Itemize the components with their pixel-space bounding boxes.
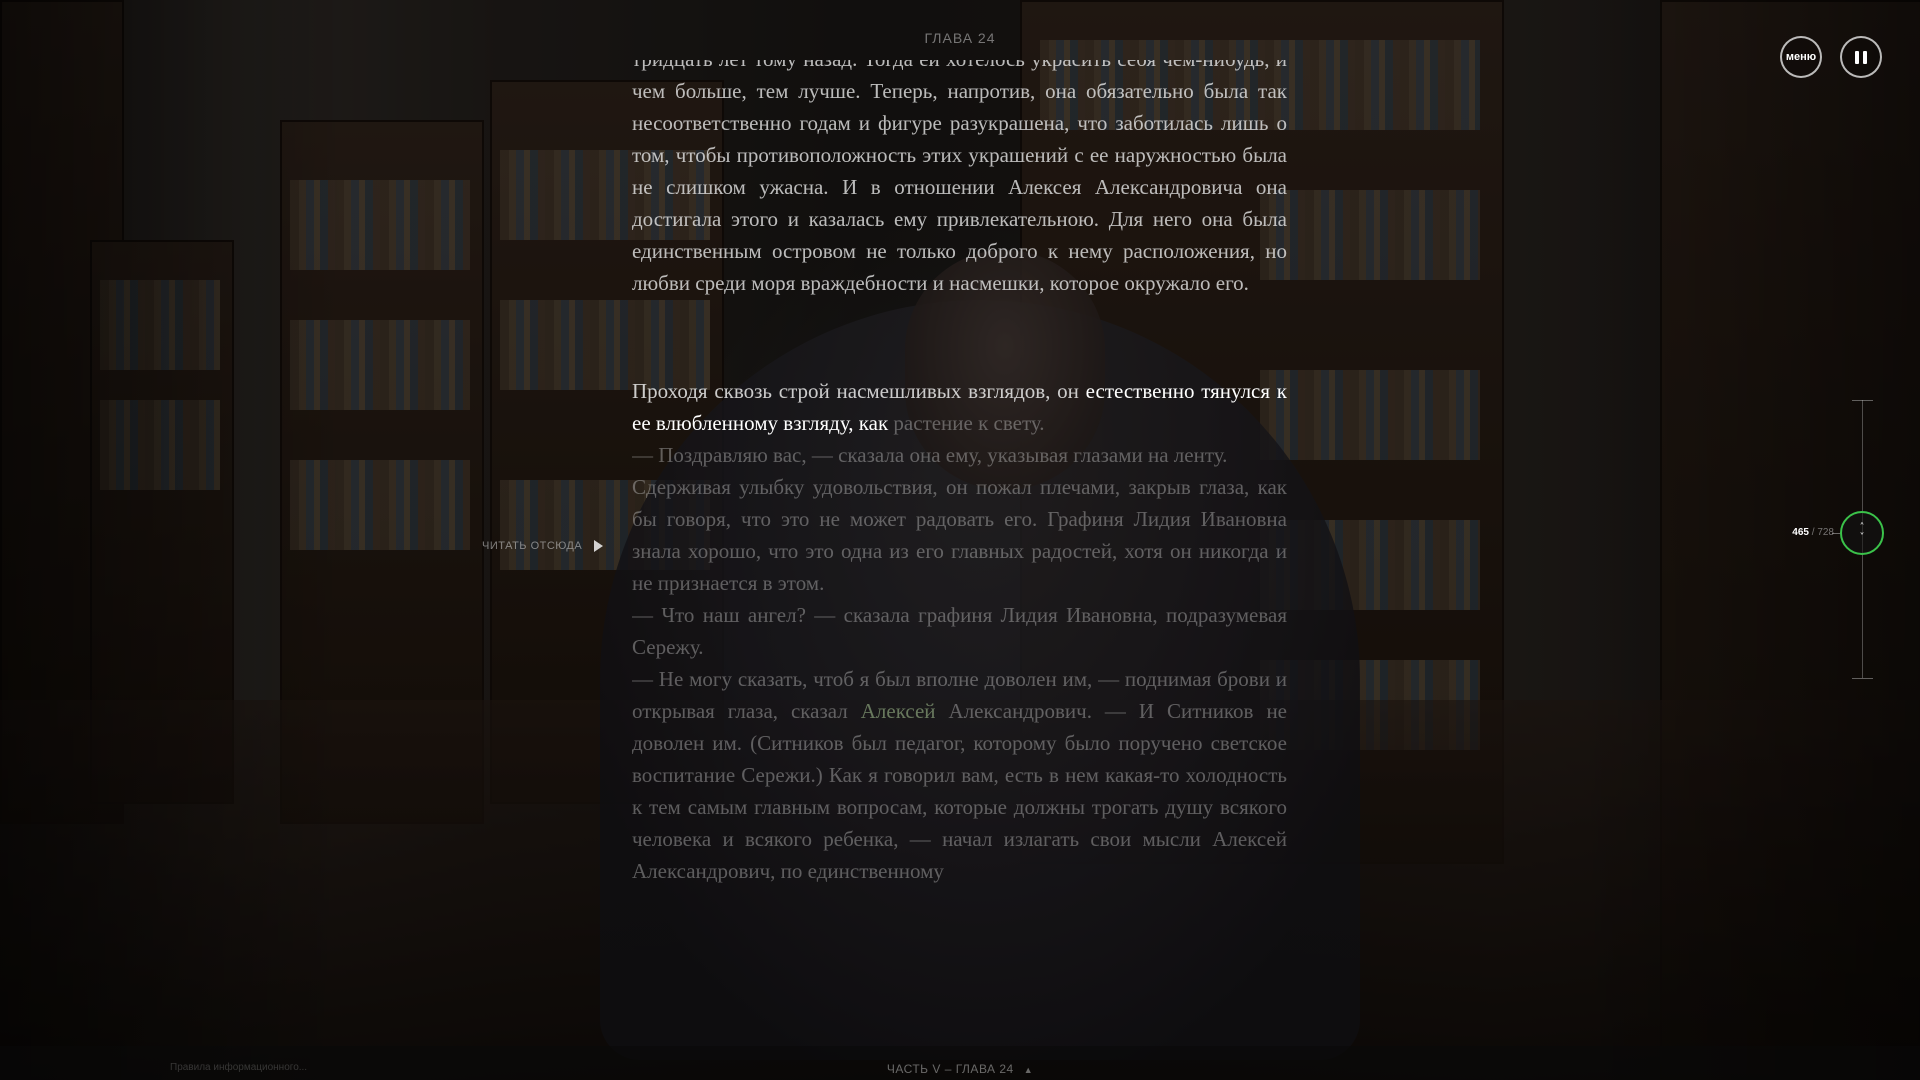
- paragraph-current: Проходя сквозь строй насмешливых взглядо…: [632, 375, 1287, 439]
- progress-track-top-cap: [1852, 400, 1873, 401]
- paragraph-future: — Не могу сказать, чтоб я был вполне дов…: [632, 663, 1287, 887]
- chapter-navigator[interactable]: ЧАСТЬ V – ГЛАВА 24 ▲: [0, 1062, 1920, 1076]
- current-page: 465: [1792, 527, 1809, 538]
- character-name: Алексей: [860, 699, 936, 723]
- future-text: Александрович. — И Ситников не доволен и…: [632, 699, 1287, 883]
- progress-track-bottom-cap: [1852, 678, 1873, 679]
- play-icon: [594, 540, 604, 552]
- reader-screen: ГЛАВА 24 меню тридцать лет тому назад. Т…: [0, 0, 1920, 1080]
- current-lead: Проходя сквозь строй насмешливых взглядо…: [632, 379, 1086, 403]
- chapter-title: ГЛАВА 24: [924, 30, 996, 46]
- paragraph-future: — Поздравляю вас, — сказала она ему, ука…: [632, 443, 1228, 467]
- paragraph-future: Сдерживая улыбку удовольствия, он пожал …: [632, 475, 1287, 595]
- chapter-navigator-label: ЧАСТЬ V – ГЛАВА 24: [886, 1062, 1014, 1076]
- paragraph-future: — Что наш ангел? — сказала графиня Лидия…: [632, 603, 1287, 659]
- pause-icon: [1855, 50, 1867, 64]
- paragraph-past: тридцать лет тому назад. Тогда ей хотело…: [632, 60, 1287, 295]
- menu-button[interactable]: меню: [1780, 36, 1822, 78]
- page-counter: 465 / 728: [1750, 527, 1834, 538]
- current-tail: растение к свету.: [888, 411, 1045, 435]
- read-from-here-label: ЧИТАТЬ ОТСЮДА: [482, 540, 583, 552]
- progress-handle[interactable]: ˄ ˅: [1840, 511, 1884, 555]
- chevron-up-icon: ▲: [1023, 1065, 1034, 1075]
- reading-text: тридцать лет тому назад. Тогда ей хотело…: [632, 60, 1287, 1080]
- counter-connector: [1832, 533, 1840, 534]
- read-from-here-button[interactable]: ЧИТАТЬ ОТСЮДА: [482, 540, 604, 552]
- chevron-down-icon: ˅: [1859, 532, 1865, 543]
- pause-button[interactable]: [1840, 36, 1882, 78]
